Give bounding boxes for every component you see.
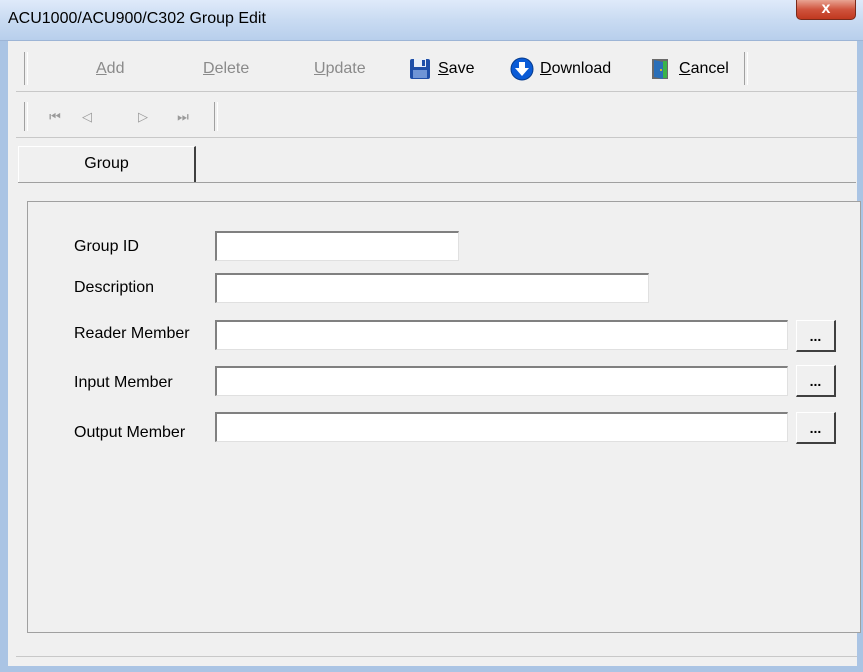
toolbar-grip[interactable] [24, 52, 28, 85]
previous-record-button[interactable]: ◁ [76, 106, 98, 128]
status-strip [16, 656, 857, 667]
last-record-button[interactable]: ⏭ [172, 106, 194, 128]
tab-group[interactable]: Group [18, 146, 196, 182]
first-record-button[interactable]: ⏮ [44, 106, 66, 128]
navigation-toolbar-grip[interactable] [24, 102, 28, 131]
output-member-browse-button[interactable]: ... [796, 412, 836, 444]
cancel-button[interactable]: Cancel [649, 54, 729, 84]
group-id-input[interactable] [215, 231, 459, 261]
next-record-icon: ▷ [138, 109, 148, 124]
close-icon: x [821, 0, 831, 17]
floppy-disk-icon [408, 57, 432, 81]
description-input[interactable] [215, 273, 649, 303]
delete-button-label: Delete [203, 60, 250, 77]
group-edit-window: ACU1000/ACU900/C302 Group Edit x Add Del… [0, 0, 863, 672]
group-form-panel: Group ID Description Reader Member ... I… [27, 201, 861, 633]
reader-member-label: Reader Member [74, 325, 190, 342]
previous-record-icon: ◁ [82, 109, 92, 124]
next-record-button[interactable]: ▷ [132, 106, 154, 128]
download-button-label: Download [540, 60, 612, 77]
cancel-button-label: Cancel [679, 60, 729, 77]
door-exit-icon [649, 57, 673, 81]
reader-member-input[interactable] [215, 320, 788, 350]
first-record-icon: ⏮ [49, 109, 61, 124]
output-member-input[interactable] [215, 412, 788, 442]
input-member-browse-button[interactable]: ... [796, 365, 836, 397]
toolbar-separator [744, 52, 748, 85]
main-toolbar: Add Delete Update Save Download Cancel [16, 46, 857, 92]
update-button[interactable]: Update [314, 54, 366, 84]
input-member-input[interactable] [215, 366, 788, 396]
output-member-label: Output Member [74, 424, 186, 441]
save-button-label: Save [438, 60, 475, 77]
title-bar[interactable]: ACU1000/ACU900/C302 Group Edit x [0, 0, 863, 41]
tab-strip: Group [18, 146, 856, 183]
last-record-icon: ⏭ [177, 109, 189, 124]
group-id-label: Group ID [74, 238, 139, 255]
download-button[interactable]: Download [510, 54, 611, 84]
input-member-label: Input Member [74, 374, 173, 391]
download-arrow-icon [510, 57, 534, 81]
add-button[interactable]: Add [96, 54, 124, 84]
close-button[interactable]: x [796, 0, 856, 20]
description-label: Description [74, 279, 155, 296]
delete-button[interactable]: Delete [203, 54, 249, 84]
navigation-toolbar: ⏮ ◁ ▷ ⏭ [16, 96, 857, 138]
reader-member-browse-button[interactable]: ... [796, 320, 836, 352]
window-title: ACU1000/ACU900/C302 Group Edit [8, 10, 266, 27]
navigation-toolbar-separator [214, 102, 218, 131]
add-button-label: Add [96, 60, 125, 77]
save-button[interactable]: Save [408, 54, 474, 84]
update-button-label: Update [314, 60, 366, 77]
